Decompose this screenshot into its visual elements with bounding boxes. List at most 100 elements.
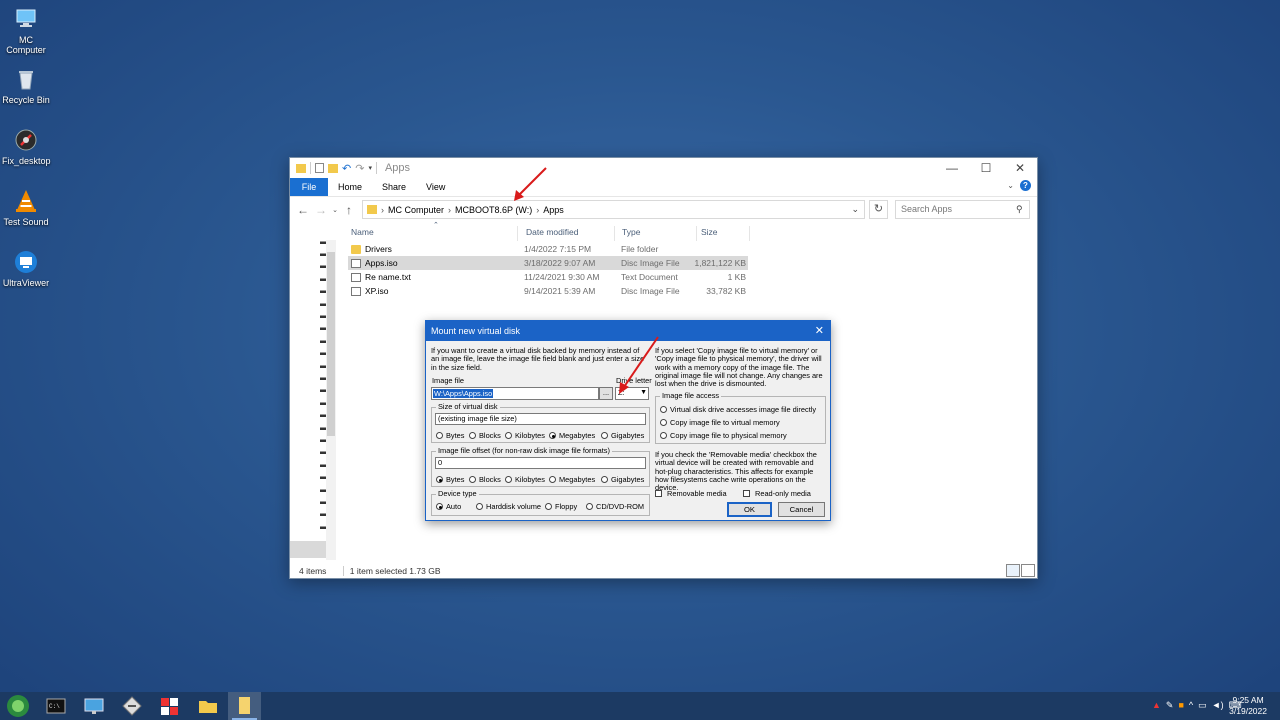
expand-ribbon-icon[interactable]: ⌄	[1007, 181, 1014, 190]
chevron-down-icon[interactable]: ⌄	[851, 204, 859, 215]
undo-icon[interactable]: ↶	[342, 162, 351, 175]
size-unit-gigabytes[interactable]: Gigabytes	[601, 431, 644, 440]
ok-button[interactable]: OK	[727, 502, 772, 517]
tray-icon-pen[interactable]: ✎	[1166, 700, 1174, 711]
offset-unit-gigabytes[interactable]: Gigabytes	[601, 475, 644, 484]
tray-icon-a[interactable]: ▲	[1152, 700, 1161, 711]
offset-unit-bytes[interactable]: Bytes	[436, 475, 464, 484]
show-hidden-icons[interactable]: ^	[1189, 700, 1193, 711]
desktop-icon-recycle-bin[interactable]: Recycle Bin	[2, 66, 50, 105]
quick-access-toolbar: ↶ ↷ ▾	[290, 162, 377, 175]
desktop-icon-test-sound[interactable]: Test Sound	[2, 188, 50, 227]
size-unit-bytes[interactable]: Bytes	[436, 431, 464, 440]
dialog-title: Mount new virtual disk	[431, 326, 521, 336]
partition-tool-icon	[161, 698, 178, 715]
ribbon-tabs: File Home Share View ⌄ ?	[290, 178, 1037, 196]
taskbar-clock[interactable]: 9:25 AM 3/19/2022	[1229, 695, 1267, 717]
taskbar-app[interactable]	[159, 695, 181, 717]
list-item[interactable]: Drivers 1/4/2022 7:15 PM File folder	[348, 242, 748, 256]
refresh-button[interactable]: ↻	[869, 200, 888, 219]
list-item-selected[interactable]: Apps.iso 3/18/2022 9:07 AM Disc Image Fi…	[348, 256, 748, 270]
access-virtual-memory[interactable]: Copy image file to virtual memory	[660, 418, 780, 427]
column-date-modified[interactable]: Date modified	[526, 227, 578, 237]
desktop-icon-label: Fix_desktop	[2, 156, 51, 166]
taskbar-cmd[interactable]: C:\	[45, 695, 67, 717]
device-type-harddisk[interactable]: Harddisk volume	[476, 502, 541, 511]
access-direct[interactable]: Virtual disk drive accesses image file d…	[660, 405, 816, 414]
cancel-button[interactable]: Cancel	[778, 502, 825, 517]
network-icon[interactable]: ▭	[1198, 700, 1207, 711]
taskbar-file-explorer[interactable]	[197, 695, 219, 717]
minimize-button[interactable]: —	[935, 158, 969, 178]
nav-pane-scrollbar[interactable]	[326, 240, 336, 560]
selected-nav-item[interactable]	[290, 541, 326, 558]
maximize-button[interactable]: ☐	[969, 158, 1003, 178]
device-type-auto[interactable]: Auto	[436, 502, 461, 511]
new-folder-icon[interactable]	[328, 163, 338, 173]
search-input[interactable]: Search Apps	[895, 200, 1030, 219]
command-prompt-icon: C:\	[46, 698, 66, 714]
tab-home[interactable]: Home	[328, 178, 372, 196]
help-icon[interactable]: ?	[1020, 180, 1031, 191]
clock-date: 3/19/2022	[1229, 706, 1267, 716]
read-only-media-checkbox[interactable]: Read-only media	[743, 489, 811, 498]
details-view-button[interactable]	[1006, 564, 1020, 577]
breadcrumb-mc-computer[interactable]: MC Computer	[388, 205, 444, 215]
browse-button[interactable]: ...	[599, 387, 613, 400]
intro-text-left: If you want to create a virtual disk bac…	[431, 346, 645, 372]
desktop-icon-ultraviewer[interactable]: UltraViewer	[2, 249, 50, 288]
desktop-icon-mc-computer[interactable]: MC Computer	[2, 6, 50, 55]
disc-image-icon	[351, 258, 361, 268]
properties-icon[interactable]	[315, 163, 324, 173]
removable-media-checkbox[interactable]: Removable media	[655, 489, 727, 498]
list-item[interactable]: Re name.txt 11/24/2021 9:30 AM Text Docu…	[348, 270, 748, 284]
size-input[interactable]: (existing image file size)	[435, 413, 646, 425]
start-button[interactable]	[6, 694, 30, 718]
taskbar-remote[interactable]	[83, 695, 105, 717]
breadcrumb-drive[interactable]: MCBOOT8.6P (W:)	[455, 205, 532, 215]
column-type[interactable]: Type	[622, 227, 640, 237]
mount-virtual-disk-dialog: Mount new virtual disk ✕ If you want to …	[425, 320, 831, 521]
taskbar-active-window[interactable]	[228, 692, 261, 720]
folder-icon	[296, 163, 306, 173]
size-unit-megabytes[interactable]: Megabytes	[549, 431, 595, 440]
address-bar[interactable]: › MC Computer › MCBOOT8.6P (W:) › Apps ⌄	[362, 200, 865, 219]
back-button[interactable]: ←	[294, 203, 312, 217]
recycle-bin-icon	[13, 66, 39, 92]
drive-letter-select[interactable]: Z: ▼	[615, 387, 649, 400]
column-headers: Name ⌃ Date modified Type Size	[346, 222, 750, 242]
access-physical-memory[interactable]: Copy image file to physical memory	[660, 431, 787, 440]
selection-info: 1 item selected 1.73 GB	[342, 566, 441, 576]
list-item[interactable]: XP.iso 9/14/2021 5:39 AM Disc Image File…	[348, 284, 748, 298]
forward-button[interactable]: →	[312, 203, 330, 217]
size-unit-kilobytes[interactable]: Kilobytes	[505, 431, 545, 440]
tray-icon-color[interactable]: ■	[1178, 700, 1183, 711]
offset-input[interactable]: 0	[435, 457, 646, 469]
large-icons-view-button[interactable]	[1021, 564, 1035, 577]
folder-icon	[351, 244, 361, 254]
redo-icon[interactable]: ↷	[355, 162, 364, 175]
close-button[interactable]: ✕	[1003, 158, 1037, 178]
chevron-down-icon[interactable]: ▾	[368, 164, 372, 172]
offset-unit-megabytes[interactable]: Megabytes	[549, 475, 595, 484]
tab-view[interactable]: View	[416, 178, 455, 196]
device-type-cdrom[interactable]: CD/DVD-ROM	[586, 502, 644, 511]
desktop-icon-label: UltraViewer	[2, 278, 50, 288]
up-button[interactable]: ↑	[340, 203, 358, 217]
desktop-icon-label: Test Sound	[3, 217, 49, 227]
volume-icon[interactable]: ◄)	[1212, 700, 1224, 711]
desktop-icon-fix-desktop[interactable]: Fix_desktop	[2, 127, 51, 166]
size-unit-blocks[interactable]: Blocks	[469, 431, 501, 440]
breadcrumb-apps[interactable]: Apps	[543, 205, 564, 215]
image-file-input[interactable]: W:\Apps\Apps.iso	[431, 387, 599, 400]
offset-unit-blocks[interactable]: Blocks	[469, 475, 501, 484]
device-type-floppy[interactable]: Floppy	[545, 502, 577, 511]
tab-file[interactable]: File	[290, 178, 328, 196]
offset-unit-kilobytes[interactable]: Kilobytes	[505, 475, 545, 484]
column-name[interactable]: Name	[351, 227, 374, 237]
close-icon[interactable]: ✕	[815, 321, 824, 341]
tab-share[interactable]: Share	[372, 178, 416, 196]
column-size[interactable]: Size	[701, 227, 718, 237]
taskbar-tool[interactable]	[121, 695, 143, 717]
recent-locations-icon[interactable]: ⌄	[330, 206, 340, 214]
